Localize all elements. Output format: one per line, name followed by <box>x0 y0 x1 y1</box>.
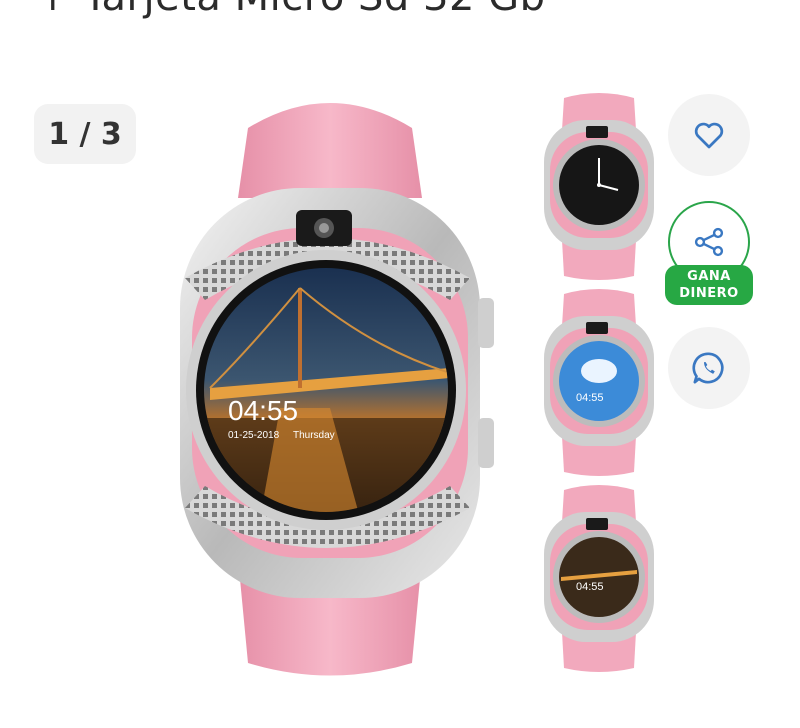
screen-day: Thursday <box>293 430 335 441</box>
thumbnail-3-time: 04:55 <box>576 581 604 593</box>
thumbnail-2-time: 04:55 <box>576 392 604 404</box>
whatsapp-share-button[interactable] <box>668 327 750 409</box>
product-title: + Tarjeta Micro Sd 32 Gb <box>36 0 546 20</box>
main-product-image[interactable]: 04:55 01-25-2018 Thursday <box>130 88 530 678</box>
whatsapp-icon <box>692 352 724 384</box>
thumbnail-1[interactable] <box>536 90 662 282</box>
share-icon <box>694 227 724 257</box>
screen-date: 01-25-2018 <box>228 430 280 441</box>
earn-money-badge[interactable]: GANA DINERO <box>665 265 753 305</box>
thumbnail-3[interactable]: 04:55 <box>536 482 662 674</box>
favorite-button[interactable] <box>668 94 750 176</box>
thumbnail-2[interactable]: 04:55 <box>536 286 662 478</box>
earn-label-line2: DINERO <box>679 286 739 301</box>
heart-icon <box>694 122 724 149</box>
image-counter: 1 / 3 <box>34 104 136 164</box>
screen-time: 04:55 <box>228 395 298 426</box>
earn-label-line1: GANA <box>687 269 731 284</box>
